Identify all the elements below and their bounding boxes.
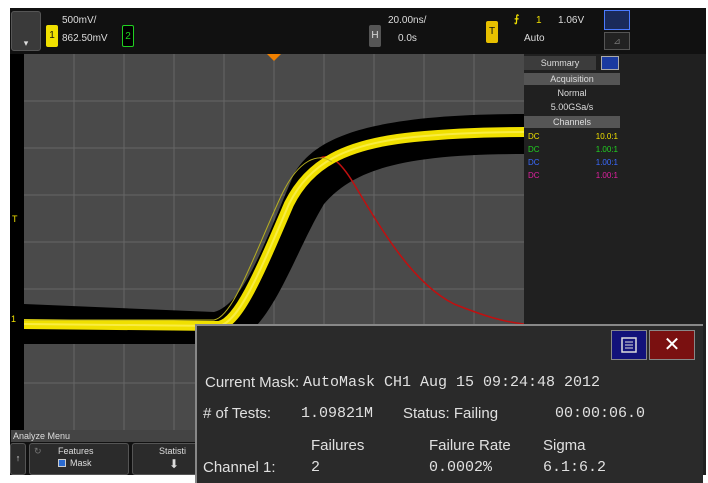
menu-icon [621, 337, 637, 353]
trigger-badge[interactable]: T [486, 21, 498, 43]
arrow-down-icon: ⬇ [169, 457, 180, 471]
main-menu-button[interactable]: ▾ [11, 11, 41, 51]
trigger-source[interactable]: 1 [536, 15, 542, 26]
tests-label: # of Tests: [203, 405, 272, 422]
close-icon[interactable]: ✕ [649, 330, 695, 360]
failing-trace [319, 156, 524, 325]
rising-edge-icon: ⨍ [514, 14, 520, 25]
zoom-box-icon[interactable] [604, 10, 630, 30]
horizontal-timebase[interactable]: 20.00ns/ [388, 15, 426, 26]
back-arrow-icon[interactable]: ↑ [10, 443, 26, 475]
sigma-value: 6.1:6.2 [543, 459, 607, 476]
col-sigma: Sigma [543, 437, 586, 454]
channel1-row-label: Channel 1: [203, 459, 276, 476]
col-failures: Failures [311, 437, 365, 454]
channel1-scale[interactable]: 500mV/ [62, 15, 96, 26]
channel-row-2: DC 1.00:1 [528, 145, 618, 154]
trigger-position-marker [267, 54, 281, 61]
test-status: Status: Failing [403, 405, 499, 422]
tests-value: 1.09821M [301, 405, 374, 422]
channel-row-3: DC 1.00:1 [528, 158, 618, 167]
rotate-icon: ↻ [34, 446, 42, 456]
features-softkey[interactable]: ↻ Features Mask [29, 443, 129, 475]
acquisition-mode: Normal [557, 88, 587, 98]
failure-rate-value: 0.0002% [429, 459, 493, 476]
analyze-menu-title: Analyze Menu [11, 430, 201, 442]
elapsed-time: 00:00:06.0 [555, 405, 646, 422]
channel1-offset[interactable]: 862.50mV [62, 33, 108, 44]
summary-tab[interactable]: Summary [524, 56, 596, 70]
chevron-down-icon: ▾ [23, 38, 29, 48]
channel-row-4: DC 1.00:1 [528, 171, 618, 180]
analyze-menu-bar: Analyze Menu ↑ ↻ Features Mask Statisti … [10, 430, 210, 475]
horizontal-badge[interactable]: H [369, 25, 381, 47]
acquisition-header: Acquisition [524, 73, 620, 85]
trigger-mode[interactable]: Auto [524, 33, 545, 44]
trigger-level[interactable]: 1.06V [558, 15, 584, 26]
sample-rate: 5.00GSa/s [550, 102, 594, 112]
current-mask-value: AutoMask CH1 Aug 15 09:24:48 2012 [303, 374, 601, 391]
cursor-icon[interactable]: ⊿ [604, 32, 630, 50]
mask-results-dialog: ✕ Current Mask: AutoMask CH1 Aug 15 09:2… [195, 324, 703, 483]
current-mask-label: Current Mask: [205, 374, 300, 391]
dialog-menu-button[interactable] [611, 330, 647, 360]
channel-row-1: DC 10.0:1 [528, 132, 618, 141]
panel-menu-icon[interactable] [601, 56, 619, 70]
channel1-badge[interactable]: 1 [46, 25, 58, 47]
ch1-ground-marker: 1 [11, 314, 17, 324]
col-failure-rate: Failure Rate [429, 437, 511, 454]
top-status-bar: ▾ 1 500mV/ 862.50mV 2 H 20.00ns/ 0.0s T … [10, 8, 706, 54]
horizontal-delay[interactable]: 0.0s [398, 33, 417, 44]
channel2-badge[interactable]: 2 [122, 25, 134, 47]
trigger-level-marker: T [12, 214, 18, 224]
mask-checkbox[interactable] [58, 459, 66, 467]
channels-header: Channels [524, 116, 620, 128]
failures-value: 2 [311, 459, 321, 476]
